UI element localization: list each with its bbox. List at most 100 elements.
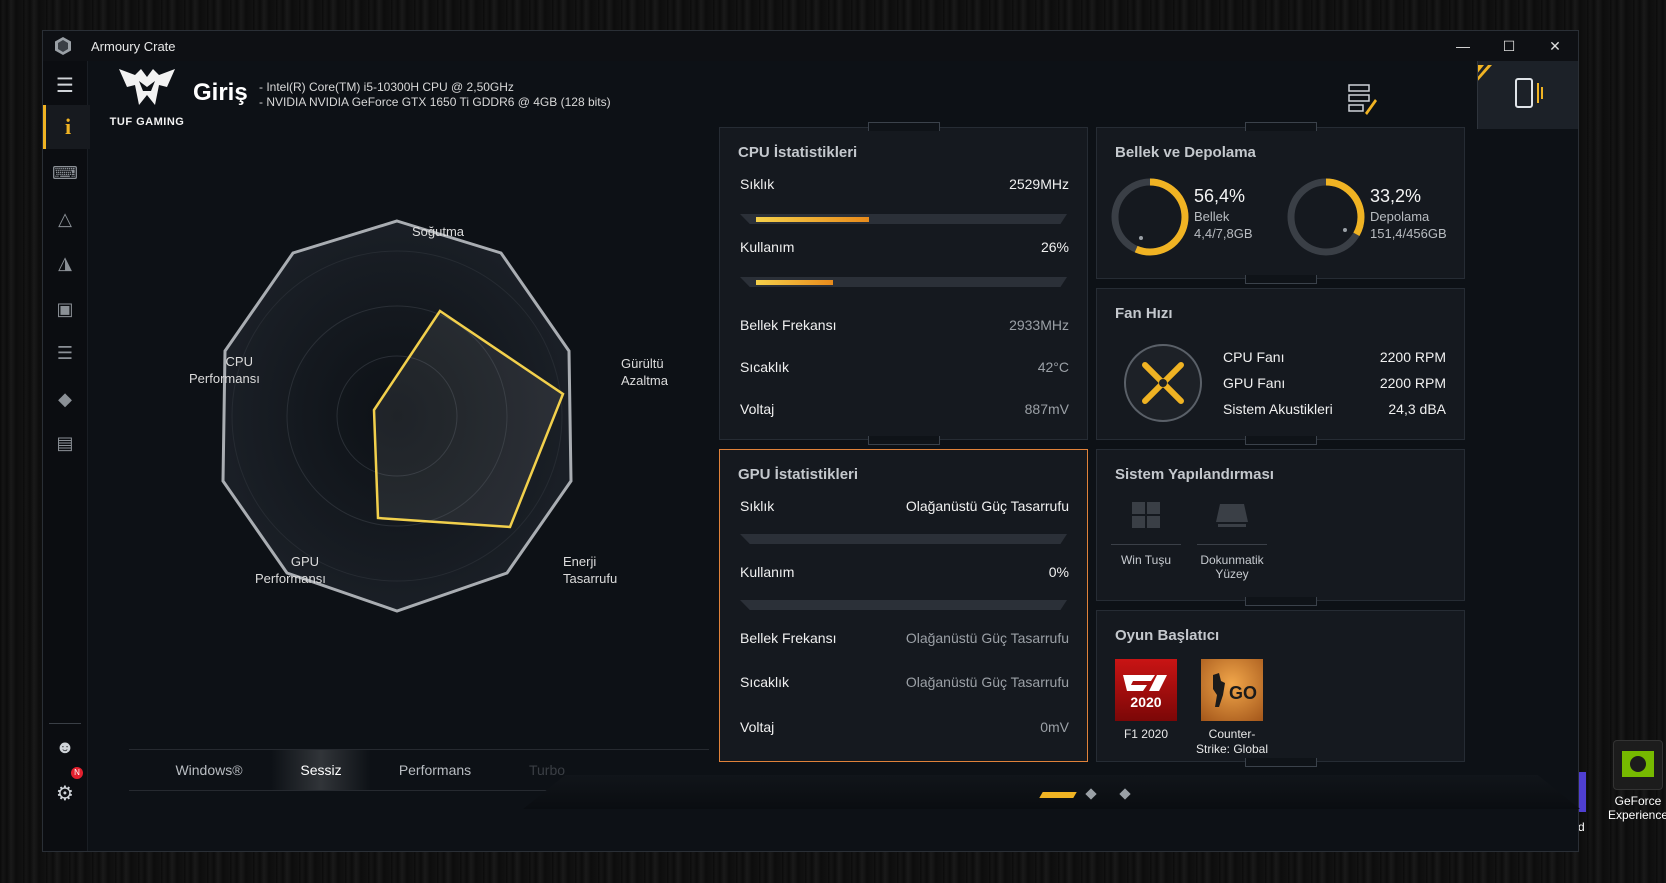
radar-svg [221,219,573,613]
radar-label-gpu-performance: GPU Performansı [255,553,326,587]
cpu-usage-bar-fill [756,280,834,285]
ram-label: Bellek [1194,209,1230,224]
storage-ring-dot [1343,228,1347,232]
user-profile-icon[interactable]: ☻ [43,725,87,769]
cpu-stats-panel: CPU İstatistikleri Sıklık 2529MHz Kullan… [719,122,1088,445]
minimize-button[interactable]: — [1440,31,1486,61]
f1-2020-cover: 2020 [1115,659,1177,721]
nav-news-icon[interactable]: ▤ [43,421,87,465]
nav-deals-tag-icon[interactable]: ◆ [43,377,87,421]
gpu-usage-bar [740,600,1067,610]
maximize-button[interactable]: ☐ [1486,31,1532,61]
cpu-fan-label: CPU Fanı [1223,349,1285,365]
geforce-experience-icon [1613,740,1663,790]
win-key-toggle[interactable]: Win Tuşu [1111,500,1181,567]
page-dot-3[interactable] [1119,788,1131,800]
csgo-logo-icon: GO [1213,673,1257,707]
gpu-voltage-label: Voltaj [740,719,775,735]
ram-percent: 56,4% [1194,186,1246,206]
page-dot-2[interactable] [1085,788,1097,800]
nav-settings-sliders-icon[interactable]: ☰ [43,331,87,375]
win-key-label: Win Tuşu [1120,553,1171,567]
gpu-spec: - NVIDIA NVIDIA GeForce GTX 1650 Ti GDDR… [259,95,611,109]
performance-radar-chart: Soğutma Gürültü Azaltma Enerji Tasarrufu… [141,181,721,651]
storage-info: Depolama 151,4/456GB [1370,208,1447,242]
mode-windows[interactable]: Windows® [159,750,259,790]
hamburger-menu-icon[interactable]: ☰ [43,63,87,107]
system-acoustics-value: 24,3 dBA [1388,401,1446,417]
f1-logo-icon: 2020 [1123,675,1167,710]
nav-device-icon[interactable]: ◮ [43,241,87,285]
mode-performance[interactable]: Performans [385,750,485,790]
page-dot-active[interactable] [1039,792,1077,798]
cpu-temperature-label: Sıcaklık [740,359,790,375]
panel-top-notch [1244,122,1317,131]
radar-label-energy-saving: Enerji Tasarrufu [563,553,617,587]
radar-label-gpu-line1: GPU [290,554,319,569]
device-mode-button[interactable] [1477,61,1578,129]
desktop-icon-geforce-experience[interactable]: GeForce Experience [1605,740,1666,822]
brand-text: TUF GAMING [109,116,185,128]
storage-percent: 33,2% [1370,186,1422,206]
mode-silent[interactable]: Sessiz [271,750,371,790]
touchpad-label-line2: Yüzey [1215,567,1249,581]
nav-home-info-icon[interactable]: i [43,105,90,149]
storage-detail: 151,4/456GB [1370,226,1447,241]
panel-bottom-notch [1244,275,1317,284]
f1-2020-label: F1 2020 [1123,727,1169,741]
ram-usage-ring [1111,178,1189,256]
game-launcher-title: Oyun Başlatıcı [1115,627,1220,644]
gpu-fan-value: 2200 RPM [1379,375,1446,391]
ram-ring-dot [1139,236,1143,240]
left-navigation: ☰ i ⌨ △ ◮ ▣ ☰ ◆ ▤ ☻ ⚙ N [43,61,90,851]
csgo-label-line2: Strike: Global [1195,742,1269,756]
close-button[interactable]: ✕ [1532,31,1578,61]
nav-aura-sync-icon[interactable]: △ [43,197,87,241]
gpu-voltage-value: 0mV [1040,719,1069,735]
gpu-memory-frequency-label: Bellek Frekansı [740,630,837,646]
nav-keyboard-lighting-icon[interactable]: ⌨ [43,151,87,195]
app-window: Armoury Crate — ☐ ✕ ☰ i ⌨ △ ◮ ▣ ☰ ◆ ▤ ☻ … [42,30,1580,852]
cpu-stats-title: CPU İstatistikleri [738,144,858,161]
game-tile-f1-2020[interactable]: 2020 F1 2020 [1101,659,1191,742]
cpu-spec: - Intel(R) Core(TM) i5-10300H CPU @ 2,50… [259,80,514,94]
csgo-label-line1: Counter- [1208,727,1256,741]
system-configuration-title: Sistem Yapılandırması [1115,466,1274,483]
system-configuration-panel: Sistem Yapılandırması Win Tuşu Dokunmati… [1096,449,1465,606]
gpu-usage-label: Kullanım [740,564,795,580]
storage-usage-ring [1287,178,1365,256]
gpu-frequency-value: Olağanüstü Güç Tasarrufu [905,498,1069,514]
touchpad-icon [1216,504,1248,527]
panel-bottom-notch [1244,436,1317,445]
fan-icon [1124,344,1202,422]
tuf-logo-mark-icon [119,69,175,105]
radar-label-energy-line2: Tasarrufu [563,571,618,586]
touchpad-divider [1197,544,1267,545]
cpu-usage-label: Kullanım [740,239,795,255]
edit-layout-icon[interactable] [1347,81,1377,117]
game-tile-csgo[interactable]: GO Counter- Strike: Global [1187,659,1277,757]
game-launcher-panel: Oyun Başlatıcı 2020 F1 2020 GO Counter- … [1096,610,1465,767]
laptop-device-icon [1478,65,1543,108]
radar-label-cpu-line2: Performansı [189,371,260,386]
system-specs: - Intel(R) Core(TM) i5-10300H CPU @ 2,50… [259,80,611,110]
radar-label-noise-line2: Azaltma [621,373,668,388]
cpu-temperature-value: 42°C [1037,359,1069,375]
csgo-cover: GO [1201,659,1263,721]
page-indicator [1039,788,1161,802]
desktop-icon-label-line2: Experience [1607,808,1666,822]
radar-label-gpu-line2: Performansı [255,571,326,586]
tuf-gaming-logo: TUF GAMING [107,65,187,128]
fan-speed-title: Fan Hızı [1115,305,1173,322]
radar-label-energy-line1: Enerji [563,554,597,569]
radar-label-cpu-line1: CPU [225,354,253,369]
nav-game-visual-icon[interactable]: ▣ [43,287,87,331]
panel-bottom-notch [867,436,940,445]
ram-info: Bellek 4,4/7,8GB [1194,208,1253,242]
memory-storage-title: Bellek ve Depolama [1115,144,1256,161]
desktop-icon-label-line1: GeForce [1614,794,1662,808]
touchpad-toggle[interactable]: Dokunmatik Yüzey [1197,500,1267,581]
system-acoustics-label: Sistem Akustikleri [1223,401,1333,417]
gpu-temperature-value: Olağanüstü Güç Tasarrufu [905,674,1069,690]
gpu-temperature-label: Sıcaklık [740,674,790,690]
